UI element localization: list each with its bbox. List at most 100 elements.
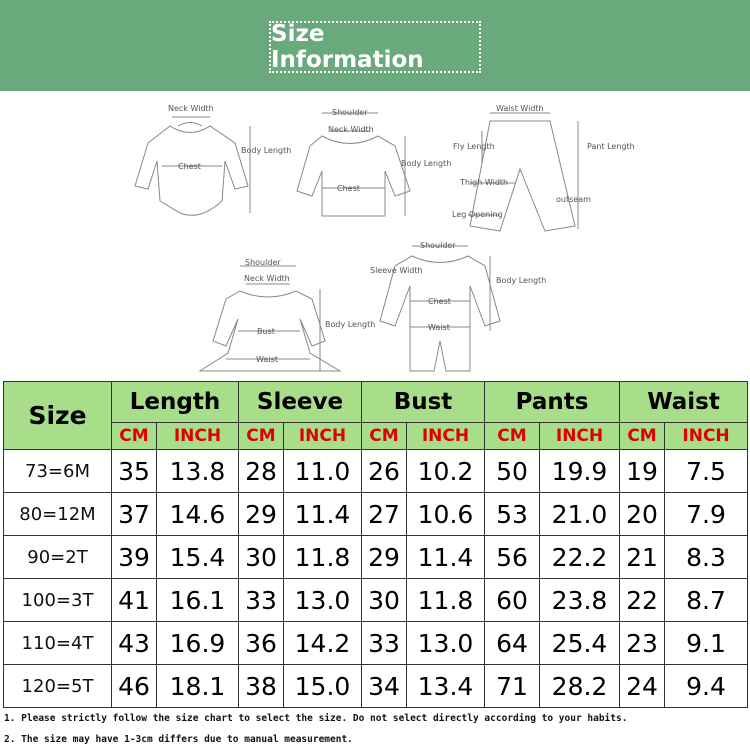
value-cell: 11.8 <box>283 535 362 579</box>
unit-cm: CM <box>484 422 540 450</box>
value-cell: 53 <box>484 492 540 536</box>
value-cell: 43 <box>111 621 157 665</box>
value-cell: 18.1 <box>156 664 239 708</box>
value-cell: 11.0 <box>283 449 362 493</box>
value-cell: 21 <box>619 535 666 579</box>
value-cell: 22.2 <box>538 535 621 579</box>
pants-leg-opening-label: Leg Opening <box>452 210 503 219</box>
pants-fly-length-label: Fly Length <box>453 142 495 151</box>
value-cell: 7.9 <box>664 492 749 536</box>
page-title: Size Information <box>269 21 481 73</box>
group-header-length: Length <box>111 381 239 423</box>
value-cell: 46 <box>111 664 157 708</box>
romper-sleeve-width-label: Sleeve Width <box>370 266 423 275</box>
value-cell: 30 <box>238 535 284 579</box>
table-row: 120=5T 46 18.1 38 15.0 34 13.4 71 28.2 2… <box>3 664 749 708</box>
group-header-waist: Waist <box>619 381 749 423</box>
romper-waist-label: Waist <box>428 323 450 332</box>
value-cell: 9.4 <box>664 664 749 708</box>
unit-cm: CM <box>238 422 284 450</box>
dress-body-length-label: Body Length <box>325 320 375 329</box>
size-header: Size <box>3 381 112 450</box>
size-cell: 80=12M <box>3 492 112 536</box>
value-cell: 19 <box>619 449 666 493</box>
value-cell: 23.8 <box>538 578 621 622</box>
value-cell: 34 <box>361 664 407 708</box>
value-cell: 29 <box>361 535 407 579</box>
value-cell: 64 <box>484 621 540 665</box>
value-cell: 13.8 <box>156 449 239 493</box>
unit-cm: CM <box>361 422 407 450</box>
value-cell: 56 <box>484 535 540 579</box>
value-cell: 50 <box>484 449 540 493</box>
value-cell: 30 <box>361 578 407 622</box>
value-cell: 7.5 <box>664 449 749 493</box>
size-cell: 100=3T <box>3 578 112 622</box>
top-shoulder-label: Shoulder <box>332 108 368 117</box>
value-cell: 35 <box>111 449 157 493</box>
value-cell: 29 <box>238 492 284 536</box>
note-1: 1. Please strictly follow the size chart… <box>4 713 628 724</box>
value-cell: 10.2 <box>406 449 485 493</box>
note-2: 2. The size may have 1-3cm differs due t… <box>4 734 353 745</box>
value-cell: 15.4 <box>156 535 239 579</box>
dress-bust-label: Bust <box>257 327 275 336</box>
value-cell: 9.1 <box>664 621 749 665</box>
value-cell: 11.8 <box>406 578 485 622</box>
dress-neck-width-label: Neck Width <box>244 274 290 283</box>
group-header-pants: Pants <box>483 381 621 423</box>
table-row: 90=2T 39 15.4 30 11.8 29 11.4 56 22.2 21… <box>3 535 749 579</box>
value-cell: 26 <box>361 449 407 493</box>
size-cell: 73=6M <box>3 449 112 493</box>
value-cell: 36 <box>238 621 284 665</box>
size-table: Size Length Sleeve Bust Pants Waist CM I… <box>3 381 749 708</box>
value-cell: 22 <box>619 578 666 622</box>
value-cell: 33 <box>361 621 407 665</box>
bodysuit-chest-label: Chest <box>178 162 201 171</box>
value-cell: 20 <box>619 492 666 536</box>
measurement-diagrams: Neck Width Body Length Chest Shoulder Ne… <box>0 91 750 378</box>
bodysuit-body-length-label: Body Length <box>241 146 291 155</box>
unit-inch: INCH <box>283 422 362 450</box>
value-cell: 25.4 <box>538 621 621 665</box>
value-cell: 71 <box>484 664 540 708</box>
unit-inch: INCH <box>406 422 485 450</box>
table-row: 110=4T 43 16.9 36 14.2 33 13.0 64 25.4 2… <box>3 621 749 665</box>
value-cell: 28.2 <box>538 664 621 708</box>
table-row: 100=3T 41 16.1 33 13.0 30 11.8 60 23.8 2… <box>3 578 749 622</box>
value-cell: 11.4 <box>406 535 485 579</box>
unit-inch: INCH <box>664 422 749 450</box>
value-cell: 21.0 <box>538 492 621 536</box>
value-cell: 10.6 <box>406 492 485 536</box>
value-cell: 39 <box>111 535 157 579</box>
size-cell: 90=2T <box>3 535 112 579</box>
value-cell: 28 <box>238 449 284 493</box>
size-notes: 1. Please strictly follow the size chart… <box>4 708 746 750</box>
size-cell: 120=5T <box>3 664 112 708</box>
dress-shoulder-label: Shoulder <box>245 258 281 267</box>
group-header-bust: Bust <box>361 381 485 423</box>
table-row: 73=6M 35 13.8 28 11.0 26 10.2 50 19.9 19… <box>3 449 749 493</box>
measurement-diagrams-svg: Neck Width Body Length Chest Shoulder Ne… <box>134 104 635 372</box>
size-cell: 110=4T <box>3 621 112 665</box>
group-header-sleeve: Sleeve <box>238 381 362 423</box>
value-cell: 16.1 <box>156 578 239 622</box>
value-cell: 33 <box>238 578 284 622</box>
top-neck-width-label: Neck Width <box>328 125 374 134</box>
value-cell: 16.9 <box>156 621 239 665</box>
value-cell: 24 <box>619 664 666 708</box>
table-row: 80=12M 37 14.6 29 11.4 27 10.6 53 21.0 2… <box>3 492 749 536</box>
romper-body-length-label: Body Length <box>496 276 546 285</box>
value-cell: 27 <box>361 492 407 536</box>
value-cell: 13.0 <box>283 578 362 622</box>
pants-pant-length-label: Pant Length <box>587 142 635 151</box>
value-cell: 19.9 <box>538 449 621 493</box>
unit-cm: CM <box>619 422 666 450</box>
value-cell: 23 <box>619 621 666 665</box>
value-cell: 14.6 <box>156 492 239 536</box>
value-cell: 8.3 <box>664 535 749 579</box>
unit-inch: INCH <box>538 422 621 450</box>
pants-thigh-width-label: Thigh Width <box>459 178 508 187</box>
value-cell: 11.4 <box>283 492 362 536</box>
pants-waist-width-label: Waist Width <box>496 104 544 113</box>
